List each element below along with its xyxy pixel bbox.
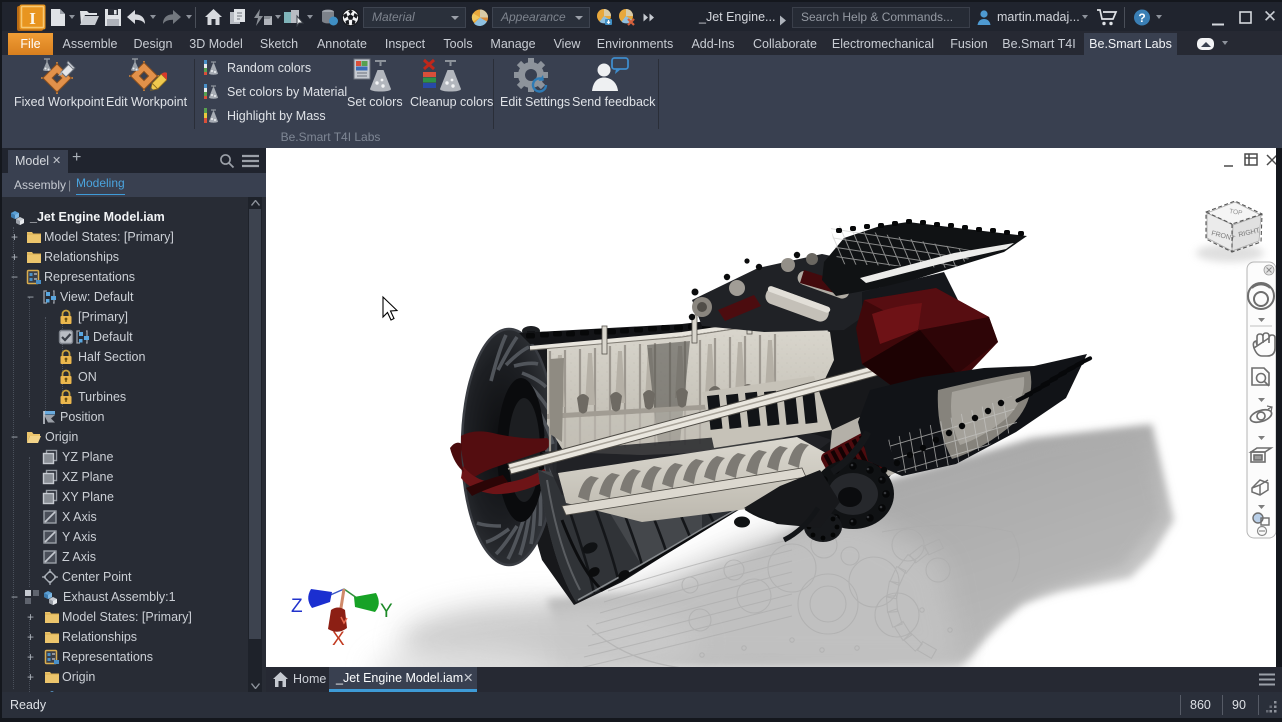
svg-text:?: ? <box>1138 11 1145 25</box>
svg-text:Y: Y <box>380 601 393 622</box>
svg-text:I: I <box>29 9 36 28</box>
svg-text:X: X <box>332 629 345 650</box>
svg-text:Z: Z <box>291 596 303 617</box>
